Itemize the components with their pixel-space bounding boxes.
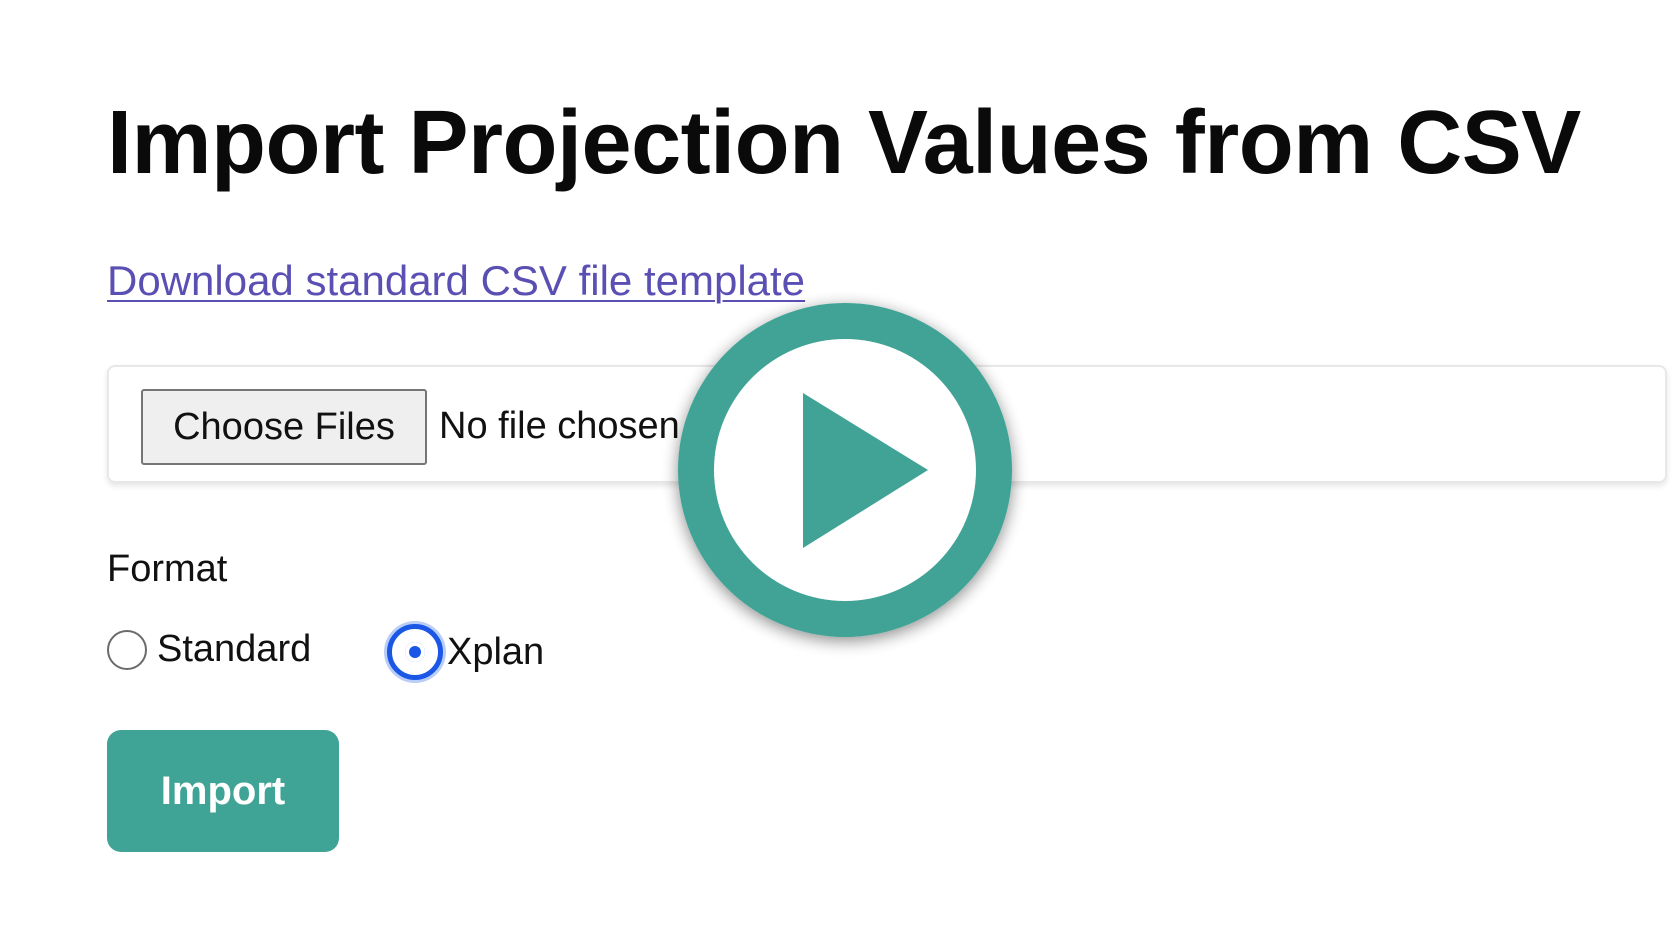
format-label: Format <box>107 548 228 590</box>
radio-button-unselected[interactable] <box>107 629 147 670</box>
radio-selected-dot <box>405 642 425 662</box>
play-icon <box>678 303 1012 637</box>
video-thumbnail: Import Projection Values from CSV Downlo… <box>0 0 1680 930</box>
page-title: Import Projection Values from CSV <box>107 93 1581 193</box>
import-button[interactable]: Import <box>107 730 339 852</box>
radio-label-xplan: Xplan <box>447 630 545 673</box>
radio-button-selected[interactable] <box>387 624 443 680</box>
radio-option-standard[interactable]: Standard <box>107 628 311 671</box>
file-status-text: No file chosen <box>439 405 680 447</box>
play-button[interactable] <box>655 280 1035 660</box>
radio-label-standard: Standard <box>157 628 312 670</box>
choose-files-button[interactable]: Choose Files <box>141 389 427 465</box>
radio-option-xplan[interactable]: Xplan <box>387 624 544 680</box>
